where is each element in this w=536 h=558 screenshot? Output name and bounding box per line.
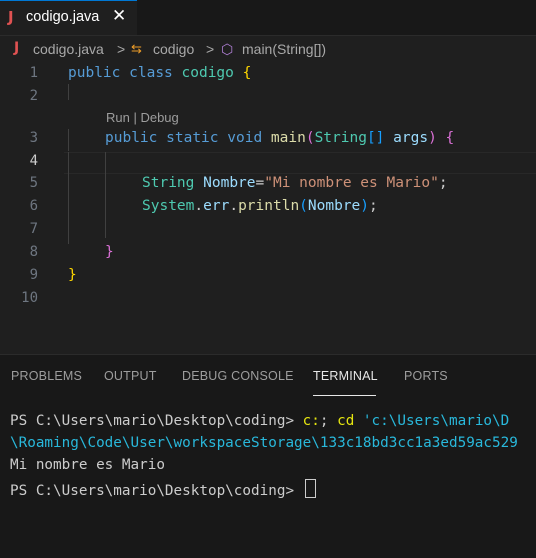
- line-number: 1: [29, 65, 38, 81]
- editor-tab-bar: J codigo.java ✕: [0, 0, 536, 36]
- indent-guide: [68, 84, 69, 100]
- active-tab-underline: [313, 395, 376, 396]
- line-number: 2: [29, 88, 38, 104]
- indent-guide: [68, 152, 69, 244]
- tab-ports[interactable]: PORTS: [404, 369, 448, 383]
- line-number: 4: [29, 153, 38, 169]
- terminal-output: Mi nombre es Mario: [10, 457, 165, 473]
- tab-output[interactable]: OUTPUT: [104, 369, 157, 383]
- terminal-prompt[interactable]: PS C:\Users\mario\Desktop\coding>: [10, 479, 316, 499]
- terminal-line: PS C:\Users\mario\Desktop\coding> c:; cd…: [10, 413, 510, 429]
- tab-problems[interactable]: PROBLEMS: [11, 369, 82, 383]
- close-icon[interactable]: ✕: [112, 6, 126, 26]
- tab-terminal[interactable]: TERMINAL: [313, 369, 378, 383]
- code-line: public class codigo {: [68, 65, 252, 81]
- tab-codigo-java[interactable]: J codigo.java ✕: [0, 0, 137, 35]
- line-number: 3: [29, 130, 38, 146]
- class-icon: ⇆: [131, 41, 142, 56]
- method-icon: ⬡: [221, 41, 234, 57]
- line-number: 10: [21, 290, 38, 306]
- code-line: }: [68, 267, 77, 283]
- java-file-icon: J: [14, 40, 20, 56]
- tab-debug-console[interactable]: DEBUG CONSOLE: [182, 369, 294, 383]
- chevron-right-icon: >: [206, 41, 215, 57]
- code-line: String Nombre="Mi nombre es Mario";: [142, 175, 448, 191]
- java-file-icon: J: [8, 8, 14, 26]
- codelens-run-debug[interactable]: Run | Debug: [106, 110, 179, 125]
- current-line-highlight: [64, 152, 536, 174]
- indent-guide: [105, 152, 106, 238]
- line-number: 6: [29, 198, 38, 214]
- chevron-right-icon: >: [117, 41, 126, 57]
- line-number: 7: [29, 221, 38, 237]
- line-number: 8: [29, 244, 38, 260]
- code-line: System.err.println(Nombre);: [142, 198, 378, 214]
- code-line: }: [105, 244, 114, 260]
- terminal-cursor: [304, 479, 316, 498]
- line-number: 9: [29, 267, 38, 283]
- code-line: public static void main(String[] args) {: [105, 130, 455, 146]
- breadcrumb: J codigo.java > ⇆ codigo > ⬡ main(String…: [0, 36, 536, 62]
- breadcrumb-class[interactable]: codigo: [153, 41, 194, 57]
- terminal-line: \Roaming\Code\User\workspaceStorage\133c…: [10, 435, 518, 451]
- indent-guide: [68, 129, 69, 151]
- breadcrumb-file[interactable]: codigo.java: [33, 41, 104, 57]
- code-editor[interactable]: 1 2 3 4 5 6 7 8 9 10 public class codigo…: [0, 62, 536, 354]
- line-number: 5: [29, 175, 38, 191]
- tab-title: codigo.java: [26, 9, 100, 25]
- breadcrumb-method[interactable]: main(String[]): [242, 41, 326, 57]
- bottom-panel: PROBLEMS OUTPUT DEBUG CONSOLE TERMINAL P…: [0, 354, 536, 558]
